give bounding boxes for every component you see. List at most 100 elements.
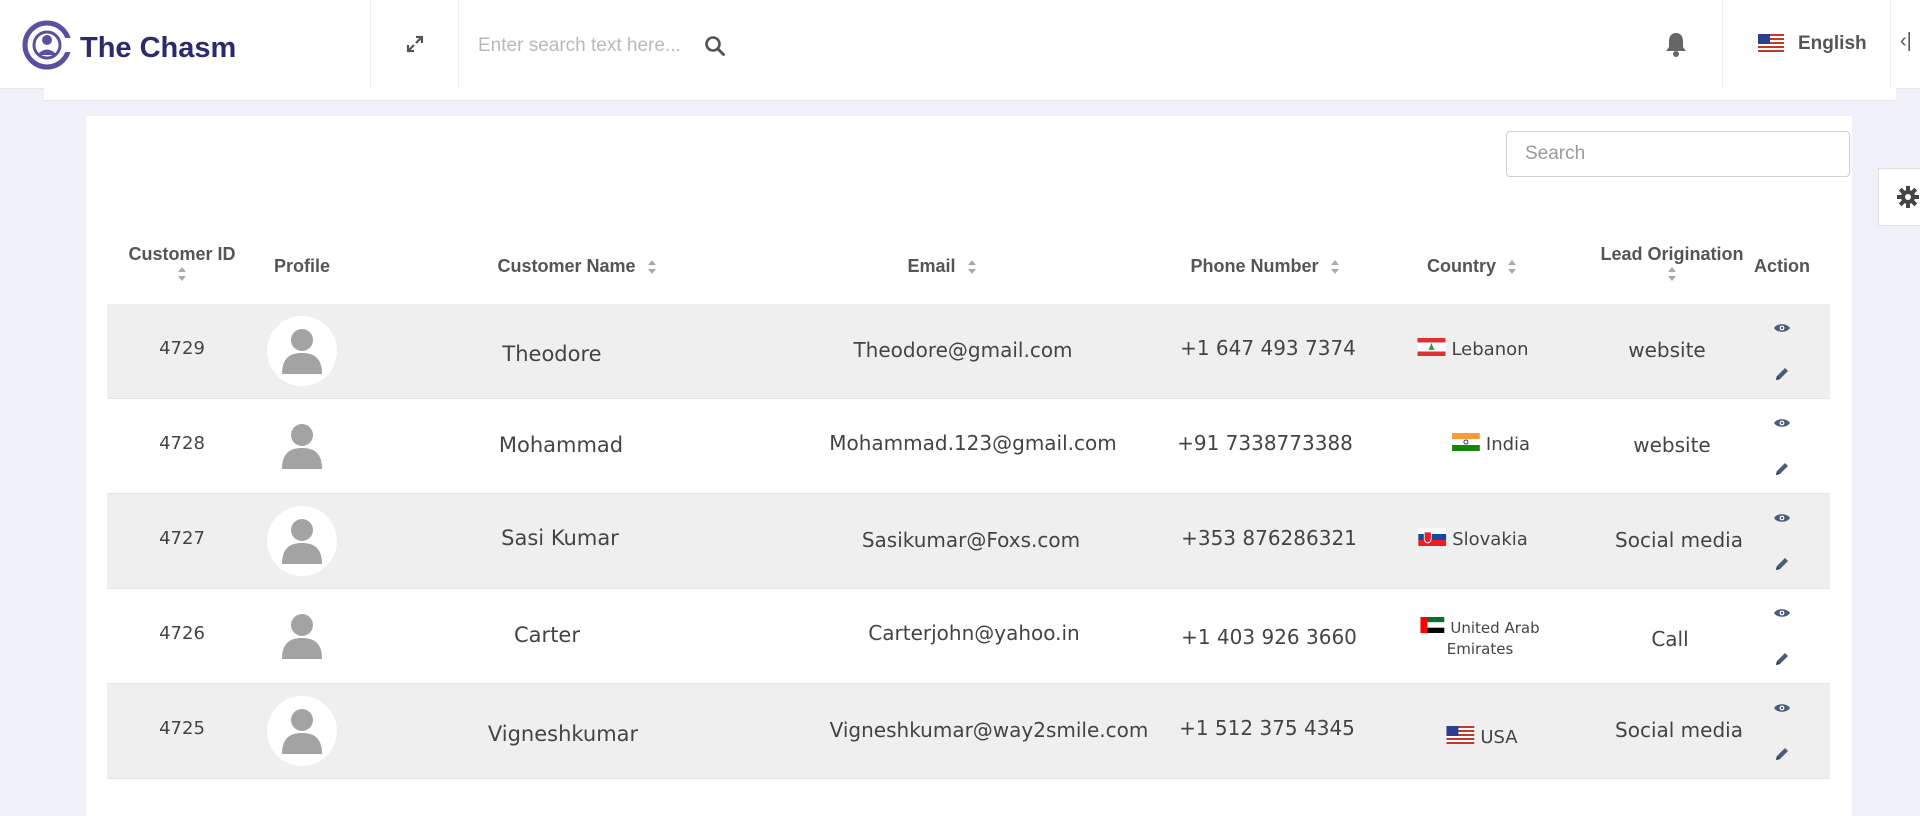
subheader-strip xyxy=(44,88,1896,101)
settings-button[interactable] xyxy=(1878,168,1920,226)
email-cell: Carterjohn@yahoo.in xyxy=(868,621,1080,645)
slovakia-flag-icon xyxy=(1418,528,1447,551)
edit-pencil-icon xyxy=(1776,748,1788,760)
lead-origination-cell: Social media xyxy=(1615,718,1743,742)
column-header-customer-name[interactable]: Customer Name xyxy=(477,256,677,277)
column-label: Profile xyxy=(273,256,330,276)
email-cell: Theodore@gmail.com xyxy=(853,338,1073,362)
table-row[interactable]: 4729 Theodore Theodore@gmail.com +1 647 … xyxy=(107,304,1830,399)
column-label: Customer ID xyxy=(128,244,236,264)
lead-origination-cell: Social media xyxy=(1615,528,1743,552)
sort-icon[interactable] xyxy=(967,259,977,275)
edit-pencil-icon xyxy=(1776,368,1788,380)
user-avatar-icon xyxy=(282,709,322,754)
expand-icon xyxy=(406,35,424,53)
phone-cell: +1 647 493 7374 xyxy=(1180,336,1356,360)
view-button[interactable] xyxy=(1773,322,1791,334)
profile-avatar xyxy=(267,411,337,481)
view-eye-icon xyxy=(1774,324,1790,332)
search-icon[interactable] xyxy=(704,35,726,57)
brand-name: The Chasm xyxy=(80,32,237,64)
country-name: India xyxy=(1485,434,1531,455)
column-header-profile: Profile xyxy=(267,256,337,277)
view-eye-icon xyxy=(1774,514,1790,522)
customer-name-cell: Vigneshkumar xyxy=(487,722,639,746)
table-search-input[interactable] xyxy=(1506,131,1850,177)
sort-icon[interactable] xyxy=(1507,259,1517,275)
email-cell: Vigneshkumar@way2smile.com xyxy=(829,718,1149,742)
brand-logo-icon xyxy=(22,20,72,70)
column-header-phone[interactable]: Phone Number xyxy=(1165,256,1365,277)
column-header-country[interactable]: Country xyxy=(1417,256,1527,277)
lead-origination-cell: website xyxy=(1628,338,1706,362)
phone-cell: +1 512 375 4345 xyxy=(1179,716,1355,740)
column-label: Phone Number xyxy=(1190,256,1319,276)
notifications-button[interactable] xyxy=(1630,0,1723,88)
edit-button[interactable] xyxy=(1774,746,1790,762)
table-row[interactable]: 4728 Mohammad Mohammad.123@gmail.com +91… xyxy=(107,399,1830,494)
edit-button[interactable] xyxy=(1774,461,1790,477)
view-button[interactable] xyxy=(1773,417,1791,429)
customer-id-cell: 4726 xyxy=(159,623,205,644)
customer-id-cell: 4727 xyxy=(159,528,205,549)
usa-flag-icon xyxy=(1758,34,1784,54)
country-cell: Slovakia xyxy=(1418,528,1528,551)
sort-icon[interactable] xyxy=(1667,266,1677,282)
column-header-customer-id[interactable]: Customer ID xyxy=(127,244,237,281)
user-avatar-icon xyxy=(282,614,322,659)
row-actions xyxy=(1770,607,1794,667)
user-avatar-icon xyxy=(282,424,322,469)
email-cell: Sasikumar@Foxs.com xyxy=(861,528,1081,552)
row-actions xyxy=(1770,512,1794,572)
view-button[interactable] xyxy=(1773,512,1791,524)
brand[interactable]: The Chasm xyxy=(0,0,371,88)
fullscreen-button[interactable] xyxy=(372,0,459,88)
column-header-email[interactable]: Email xyxy=(897,256,987,277)
phone-cell: +91 7338773388 xyxy=(1177,431,1353,455)
customer-name-cell: Theodore xyxy=(502,342,602,366)
country-name: Slovakia xyxy=(1452,529,1528,550)
customer-id-cell: 4725 xyxy=(159,718,205,739)
column-header-lead-origination[interactable]: Lead Origination xyxy=(1587,244,1757,281)
bell-icon xyxy=(1666,33,1686,57)
column-label: Email xyxy=(907,256,956,276)
profile-avatar xyxy=(267,696,337,766)
customer-name-cell: Sasi Kumar xyxy=(501,526,619,550)
top-navbar: The Chasm English ‹| xyxy=(0,0,1920,89)
table-row[interactable]: 4726 Carter Carterjohn@yahoo.in +1 403 9… xyxy=(107,589,1830,684)
sort-icon[interactable] xyxy=(647,259,657,275)
customer-id-cell: 4729 xyxy=(159,338,205,359)
edit-button[interactable] xyxy=(1774,366,1790,382)
sort-icon[interactable] xyxy=(1330,259,1340,275)
edit-button[interactable] xyxy=(1774,651,1790,667)
column-label: Customer Name xyxy=(497,256,636,276)
lead-origination-cell: Call xyxy=(1651,627,1689,651)
table-row[interactable]: 4725 Vigneshkumar Vigneshkumar@way2smile… xyxy=(107,684,1830,779)
uae-flag-icon xyxy=(1420,617,1445,639)
edit-button[interactable] xyxy=(1774,556,1790,572)
sort-icon[interactable] xyxy=(177,266,187,282)
country-cell: USA xyxy=(1446,726,1518,749)
collapse-panel-icon[interactable]: ‹| xyxy=(1900,30,1920,58)
edit-pencil-icon xyxy=(1776,463,1788,475)
lead-origination-cell: website xyxy=(1633,433,1711,457)
table-row[interactable]: 4727 Sasi Kumar Sasikumar@Foxs.com +353 … xyxy=(107,494,1830,589)
edit-pencil-icon xyxy=(1776,558,1788,570)
view-button[interactable] xyxy=(1773,702,1791,714)
country-name: United Arab xyxy=(1450,618,1540,637)
edit-pencil-icon xyxy=(1776,653,1788,665)
column-label: Country xyxy=(1426,256,1496,276)
user-avatar-icon xyxy=(282,329,322,374)
language-label: English xyxy=(1798,33,1867,54)
row-actions xyxy=(1770,702,1794,762)
language-selector[interactable]: English xyxy=(1740,0,1891,88)
phone-cell: +353 876286321 xyxy=(1181,526,1357,550)
country-name: Lebanon xyxy=(1451,339,1529,360)
country-name: USA xyxy=(1480,727,1518,748)
view-eye-icon xyxy=(1774,419,1790,427)
row-actions xyxy=(1770,322,1794,382)
gear-icon xyxy=(1897,186,1919,208)
global-search-input[interactable] xyxy=(476,28,740,64)
view-button[interactable] xyxy=(1773,607,1791,619)
profile-avatar xyxy=(267,316,337,386)
